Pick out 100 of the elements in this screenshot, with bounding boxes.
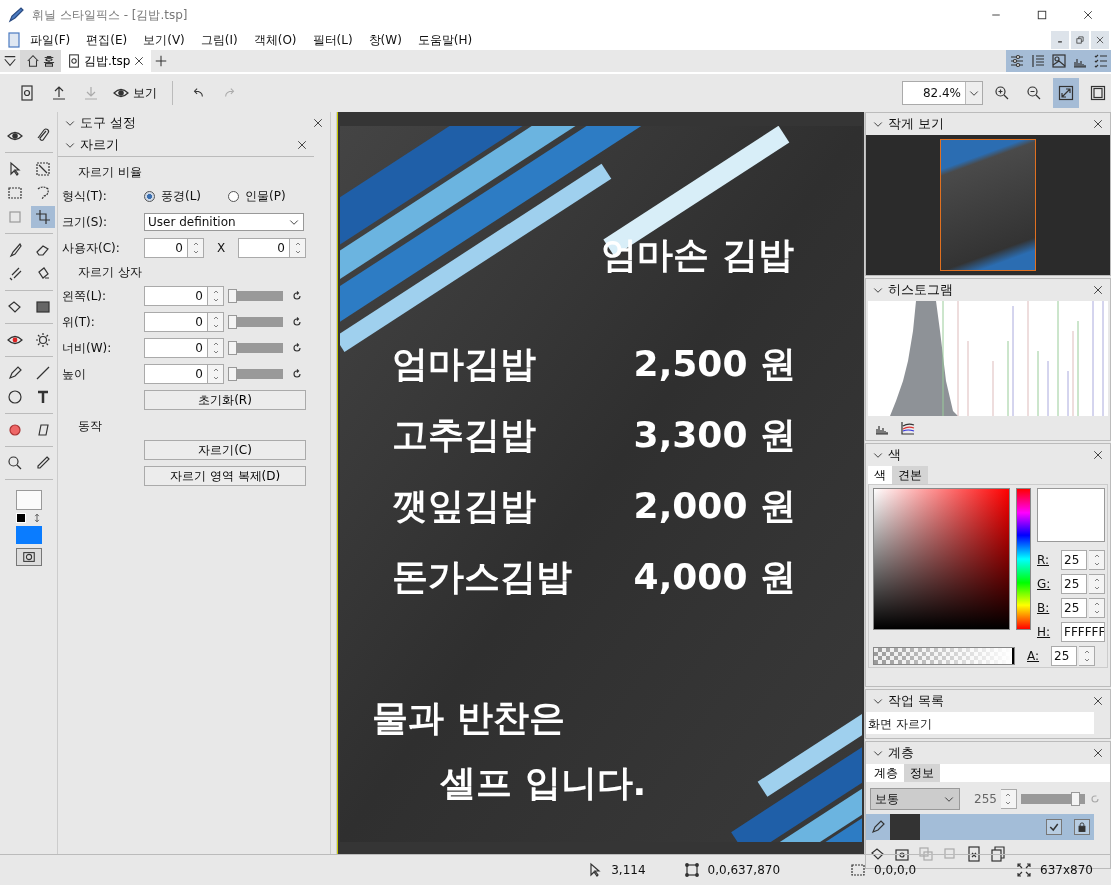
- tab[interactable]: 김밥.tsp: [61, 50, 152, 72]
- height-field[interactable]: 0: [238, 238, 290, 258]
- view-label[interactable]: 보기: [133, 84, 157, 102]
- number-field[interactable]: 0: [144, 364, 208, 384]
- number-field[interactable]: 0: [144, 286, 208, 306]
- menu-item[interactable]: 파일(F): [22, 31, 79, 49]
- background-color-swatch[interactable]: [15, 526, 42, 544]
- home-icon[interactable]: [26, 54, 40, 68]
- thumbnail-placeholder[interactable]: [940, 139, 1036, 271]
- spinner-buttons[interactable]: [1089, 598, 1105, 618]
- reset-icon[interactable]: [291, 316, 303, 328]
- histogram-icon[interactable]: [1069, 50, 1090, 72]
- sliders-icon[interactable]: [1006, 50, 1027, 72]
- radio-label[interactable]: 풍경(L): [161, 187, 202, 205]
- layer-row[interactable]: [866, 814, 1094, 840]
- slider-thumb[interactable]: [228, 341, 237, 355]
- dropdown-value[interactable]: User definition: [148, 215, 236, 229]
- slider[interactable]: [228, 291, 283, 301]
- close-icon[interactable]: [1092, 118, 1104, 130]
- curves-icon[interactable]: [900, 420, 916, 436]
- slider[interactable]: [228, 369, 283, 379]
- number-field[interactable]: 25: [1061, 598, 1087, 618]
- close-icon[interactable]: [1082, 9, 1094, 21]
- maximize-icon[interactable]: [1036, 9, 1048, 21]
- hue-spectrum[interactable]: [1015, 488, 1031, 630]
- blend-mode-dropdown[interactable]: 보통: [870, 788, 960, 810]
- reset-icon[interactable]: [291, 368, 303, 380]
- image-icon[interactable]: [1048, 50, 1069, 72]
- folder-icon[interactable]: [894, 846, 910, 862]
- crop-icon[interactable]: [30, 206, 55, 228]
- delete-layer-icon[interactable]: [966, 846, 982, 862]
- history-item[interactable]: 화면 자르기: [866, 712, 1094, 734]
- close-icon[interactable]: [133, 55, 146, 67]
- spinner-buttons[interactable]: [290, 238, 306, 258]
- tab[interactable]: 색: [868, 466, 892, 484]
- slider-thumb[interactable]: [228, 315, 237, 329]
- slider[interactable]: [228, 317, 283, 327]
- spinner-buttons[interactable]: [1000, 789, 1017, 809]
- color-square[interactable]: [873, 488, 1010, 630]
- visibility-checkbox[interactable]: [1046, 819, 1062, 835]
- foreground-color-swatch[interactable]: [15, 490, 42, 510]
- file-icon[interactable]: [67, 54, 81, 68]
- spinner-buttons[interactable]: [208, 364, 224, 384]
- crop-button[interactable]: 자르기(C): [144, 440, 306, 460]
- size-dropdown[interactable]: User definition: [144, 213, 304, 231]
- menu-item[interactable]: 보기(V): [135, 31, 193, 49]
- reset-button[interactable]: 초기화(R): [144, 390, 306, 410]
- crop-button[interactable]: 자르기 영역 복제(D): [144, 466, 306, 486]
- default-colors-icon[interactable]: [15, 513, 26, 523]
- tab[interactable]: 홈: [20, 50, 61, 72]
- close-icon[interactable]: [1092, 695, 1104, 707]
- tab-label[interactable]: 김밥.tsp: [84, 52, 131, 70]
- number-field[interactable]: 25: [1061, 550, 1087, 570]
- menu-item[interactable]: 창(W): [360, 31, 410, 49]
- alpha-slider[interactable]: [873, 647, 1015, 665]
- close-icon[interactable]: [1092, 284, 1104, 296]
- number-field[interactable]: 0: [144, 312, 208, 332]
- spinner-buttons[interactable]: [188, 238, 204, 258]
- view-button[interactable]: 보기: [110, 78, 160, 108]
- menu-item[interactable]: 편집(E): [78, 31, 136, 49]
- radio-button[interactable]: [228, 190, 239, 202]
- restore-icon[interactable]: [1075, 35, 1085, 45]
- tab[interactable]: 정보: [904, 764, 940, 782]
- close-icon[interactable]: [296, 139, 308, 151]
- hex-field[interactable]: FFFFFF: [1061, 622, 1105, 642]
- duplicate-icon[interactable]: [990, 846, 1006, 862]
- spinner-buttons[interactable]: [1089, 550, 1105, 570]
- radio-button[interactable]: [144, 190, 155, 202]
- zoom-field[interactable]: 82.4%: [902, 81, 983, 105]
- slider-thumb[interactable]: [228, 367, 237, 381]
- spinner-buttons[interactable]: [1079, 646, 1095, 666]
- reset-icon[interactable]: [291, 342, 303, 354]
- menu-item[interactable]: 그림(I): [192, 31, 246, 49]
- tab-label[interactable]: 홈: [43, 52, 55, 70]
- close-icon[interactable]: [312, 117, 324, 129]
- spinner-buttons[interactable]: [208, 338, 224, 358]
- number-field[interactable]: 0: [144, 338, 208, 358]
- checklist-icon[interactable]: [1090, 50, 1111, 72]
- dropdown-value[interactable]: 보통: [875, 790, 899, 808]
- fit-window-icon[interactable]: [1053, 78, 1079, 108]
- alpha-marker[interactable]: [1012, 648, 1014, 664]
- menu-item[interactable]: 객체(O): [245, 31, 305, 49]
- number-field[interactable]: 25: [1061, 574, 1087, 594]
- slider-thumb[interactable]: [228, 289, 237, 303]
- number-field[interactable]: 25: [1051, 646, 1077, 666]
- width-field[interactable]: 0: [144, 238, 188, 258]
- menu-item[interactable]: 도움말(H): [409, 31, 481, 49]
- spinner-buttons[interactable]: [208, 286, 224, 306]
- close-icon[interactable]: [1092, 747, 1104, 759]
- camera-icon[interactable]: [15, 548, 42, 566]
- reset-icon[interactable]: [291, 290, 303, 302]
- menu-item[interactable]: 필터(L): [304, 31, 361, 49]
- slider-thumb[interactable]: [1070, 792, 1080, 806]
- tab[interactable]: 견본: [892, 466, 928, 484]
- new-layer-icon[interactable]: [870, 846, 886, 862]
- close-icon[interactable]: [1092, 449, 1104, 461]
- close-icon[interactable]: [1095, 35, 1105, 45]
- radio-label[interactable]: 인물(P): [245, 187, 286, 205]
- spinner-buttons[interactable]: [1089, 574, 1105, 594]
- slider[interactable]: [228, 343, 283, 353]
